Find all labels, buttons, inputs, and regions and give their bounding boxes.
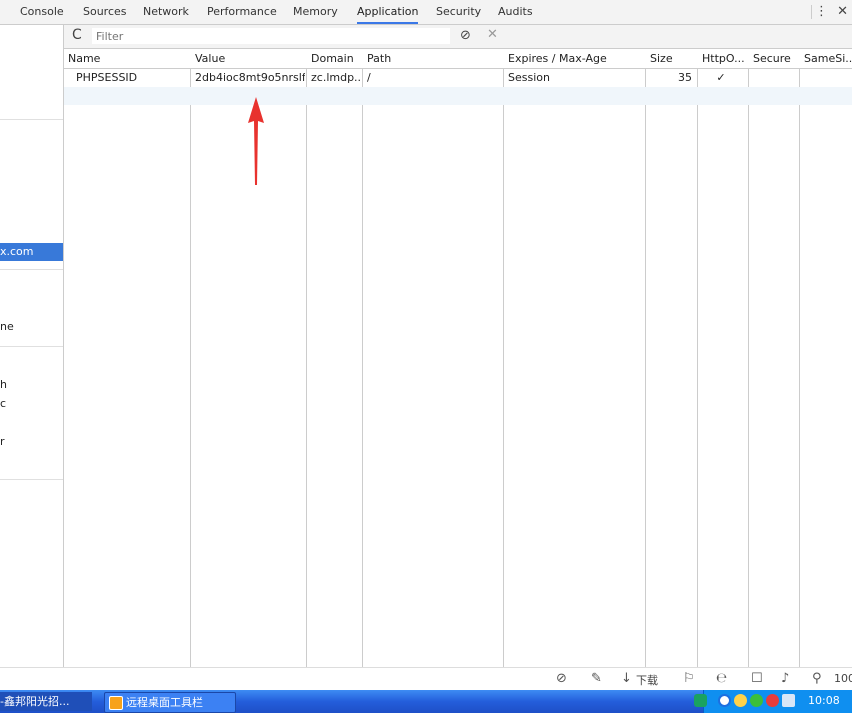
cookie-samesite bbox=[800, 69, 852, 87]
zoom-level[interactable]: 100 bbox=[834, 672, 852, 685]
column-divider bbox=[362, 49, 363, 667]
delete-selected-icon[interactable]: ✕ bbox=[487, 27, 498, 42]
filter-input[interactable] bbox=[92, 28, 450, 44]
tray-qq-icon[interactable] bbox=[766, 694, 779, 707]
taskbar-item-label: -鑫邦阳光招... bbox=[0, 695, 70, 708]
refresh-icon[interactable]: C bbox=[72, 27, 82, 43]
browser-icon[interactable]: ℮ bbox=[716, 671, 727, 686]
download-arrow-icon[interactable]: ↓ bbox=[621, 671, 632, 686]
divider bbox=[811, 5, 812, 19]
remote-desktop-icon bbox=[109, 696, 123, 710]
clear-all-icon[interactable]: ⊘ bbox=[460, 28, 471, 43]
sidebar-item-push-messaging[interactable]: r bbox=[0, 433, 63, 451]
browser-statusbar: ⊘ ✎ ↓ 下载 ⚐ ℮ ☐ ♪ ⚲ 100 bbox=[0, 667, 852, 691]
sidebar-divider bbox=[0, 119, 63, 120]
tab-network[interactable]: Network bbox=[143, 0, 189, 24]
system-tray: 10:08 bbox=[694, 690, 852, 713]
window-icon[interactable]: ☐ bbox=[751, 671, 763, 686]
application-sidebar: x.com ne h c r bbox=[0, 25, 64, 667]
column-header-name[interactable]: Name bbox=[64, 49, 188, 68]
cookie-path: / bbox=[367, 71, 371, 84]
cookies-toolbar: C ⊘ ✕ bbox=[64, 25, 852, 49]
column-divider bbox=[645, 49, 646, 667]
sidebar-item-cookie-domain[interactable]: x.com bbox=[0, 243, 63, 261]
column-header-size[interactable]: Size bbox=[646, 49, 696, 68]
sidebar-item-background-sync[interactable]: c bbox=[0, 395, 63, 413]
tray-notification-icon[interactable] bbox=[734, 694, 747, 707]
tray-sogou-icon[interactable] bbox=[694, 694, 707, 707]
cookie-size: 35 bbox=[678, 71, 692, 84]
table-row-empty bbox=[64, 87, 852, 105]
download-label[interactable]: 下载 bbox=[636, 672, 658, 688]
column-header-expires[interactable]: Expires / Max-Age bbox=[504, 49, 644, 68]
close-devtools-icon[interactable]: ✕ bbox=[837, 0, 848, 24]
sidebar-item-background-fetch[interactable]: h bbox=[0, 376, 63, 394]
more-options-icon[interactable]: ⋮ bbox=[815, 0, 828, 24]
cookie-expires: Session bbox=[508, 71, 550, 84]
annotation-arrow bbox=[248, 97, 264, 185]
windows-taskbar: -鑫邦阳光招... 远程桌面工具栏 10:08 bbox=[0, 690, 852, 713]
volume-icon[interactable]: ♪ bbox=[781, 671, 789, 686]
cookie-name: PHPSESSID bbox=[76, 71, 138, 84]
tab-console[interactable]: Console bbox=[20, 0, 64, 24]
taskbar-item-label: 远程桌面工具栏 bbox=[126, 696, 203, 709]
pin-icon[interactable]: ✎ bbox=[591, 671, 602, 686]
column-divider bbox=[748, 49, 749, 667]
zoom-icon[interactable]: ⚲ bbox=[812, 671, 822, 686]
sidebar-divider bbox=[0, 269, 63, 270]
tab-performance[interactable]: Performance bbox=[207, 0, 277, 24]
column-header-domain[interactable]: Domain bbox=[307, 49, 361, 68]
tab-sources[interactable]: Sources bbox=[83, 0, 127, 24]
column-header-value[interactable]: Value bbox=[191, 49, 305, 68]
column-header-secure[interactable]: Secure bbox=[749, 49, 799, 68]
taskbar-item-browser[interactable]: -鑫邦阳光招... bbox=[0, 692, 92, 711]
tray-network-icon[interactable] bbox=[718, 694, 731, 707]
column-divider bbox=[799, 49, 800, 667]
speed-icon[interactable]: ⊘ bbox=[556, 671, 567, 686]
column-header-httponly[interactable]: HttpO... bbox=[698, 49, 748, 68]
taskbar-item-remote-desktop[interactable]: 远程桌面工具栏 bbox=[104, 692, 236, 713]
cookie-value: 2db4ioc8mt9o5nrslf... bbox=[195, 71, 305, 84]
cookie-domain: zc.lmdp... bbox=[311, 71, 361, 84]
column-divider bbox=[306, 49, 307, 667]
tray-security-icon[interactable] bbox=[750, 694, 763, 707]
sidebar-item-cache-storage[interactable]: ne bbox=[0, 318, 63, 336]
cookie-secure bbox=[749, 69, 799, 87]
cookies-table: Name Value Domain Path Expires / Max-Age… bbox=[64, 49, 852, 667]
taskbar-clock: 10:08 bbox=[808, 694, 840, 707]
tab-memory[interactable]: Memory bbox=[293, 0, 338, 24]
column-divider bbox=[697, 49, 698, 667]
sidebar-divider bbox=[0, 479, 63, 480]
devtools-tabbar: Console Sources Network Performance Memo… bbox=[0, 0, 852, 25]
tray-display-icon[interactable] bbox=[782, 694, 795, 707]
table-header: Name Value Domain Path Expires / Max-Age… bbox=[64, 49, 852, 69]
tab-application[interactable]: Application bbox=[357, 0, 419, 24]
table-row[interactable]: PHPSESSID 2db4ioc8mt9o5nrslf... zc.lmdp.… bbox=[64, 69, 852, 87]
sidebar-divider bbox=[0, 346, 63, 347]
tab-security[interactable]: Security bbox=[436, 0, 481, 24]
flag-icon[interactable]: ⚐ bbox=[683, 671, 695, 686]
column-divider bbox=[503, 49, 504, 667]
column-header-path[interactable]: Path bbox=[363, 49, 502, 68]
tab-audits[interactable]: Audits bbox=[498, 0, 533, 24]
cookie-httponly: ✓ bbox=[716, 71, 726, 84]
column-header-samesite[interactable]: SameSi... bbox=[800, 49, 852, 68]
column-divider bbox=[190, 49, 191, 667]
